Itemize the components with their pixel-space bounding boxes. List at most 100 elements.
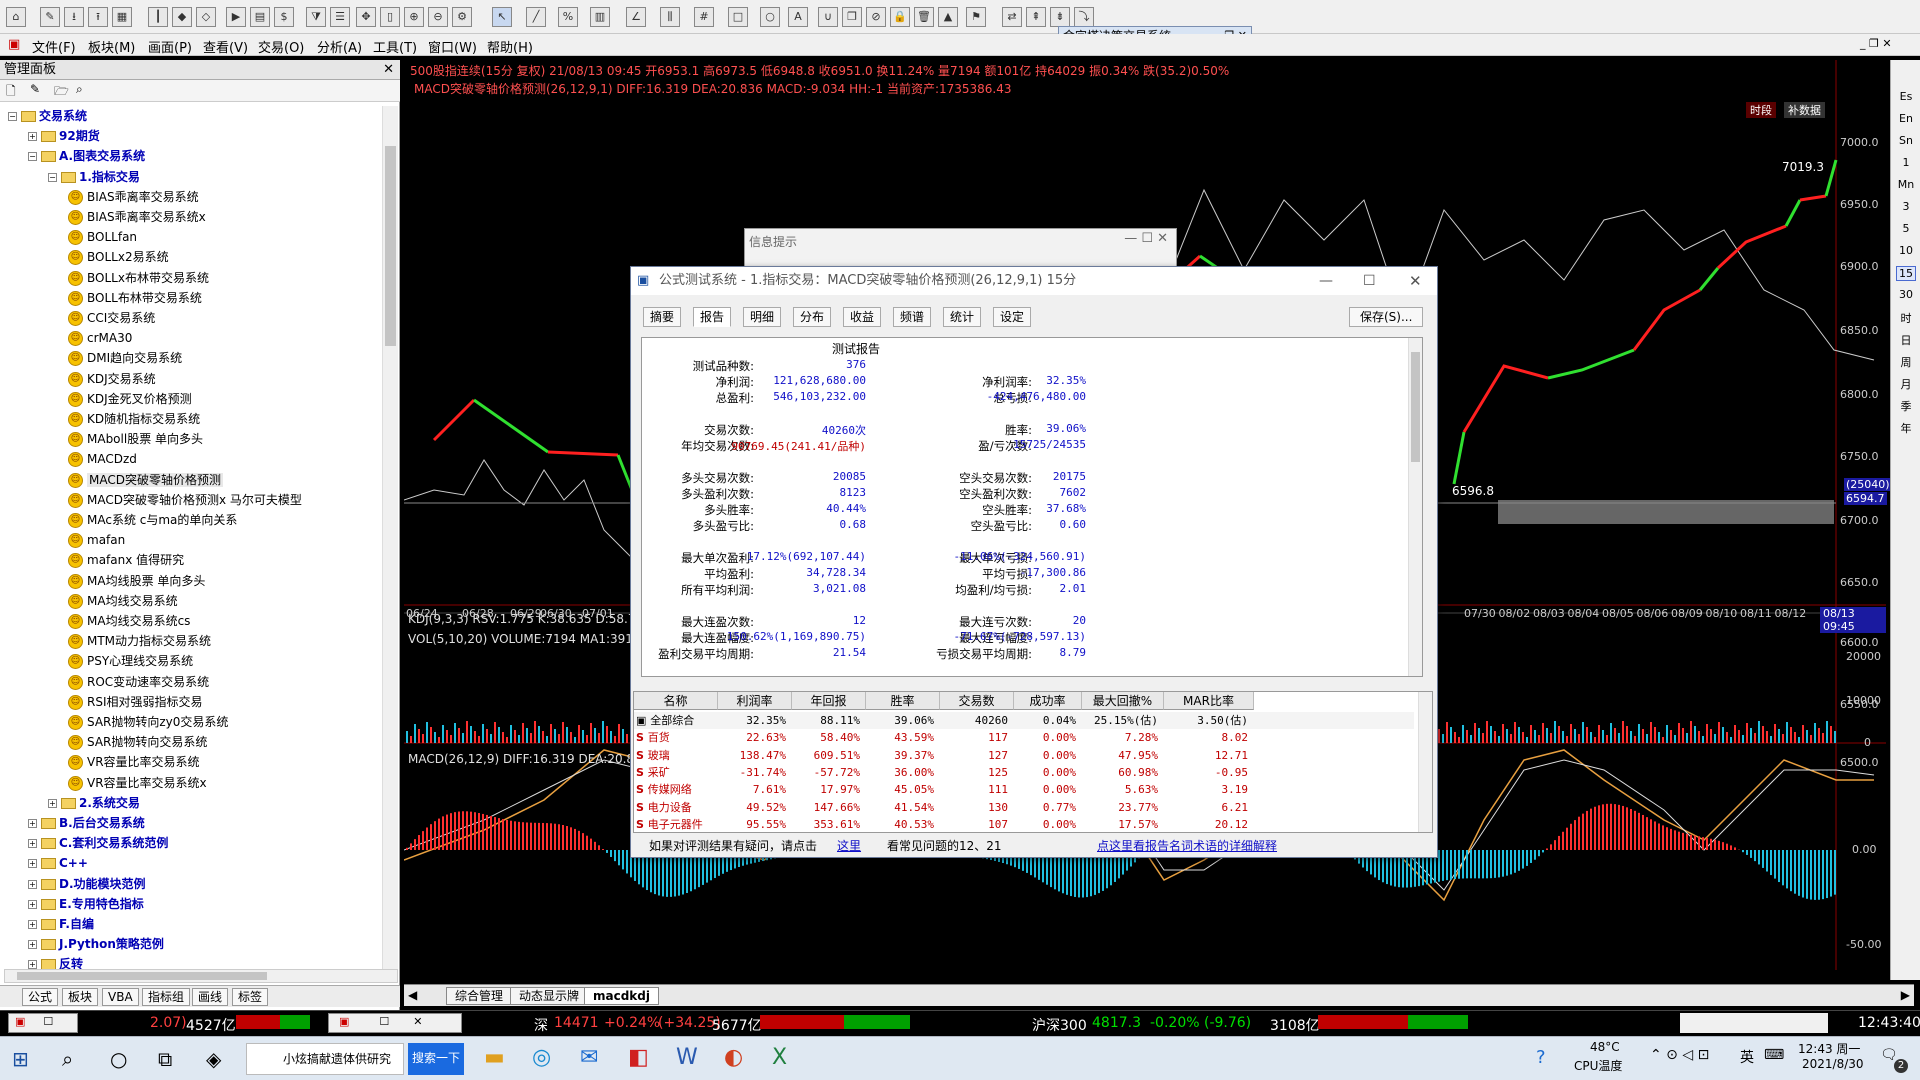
close-position-icon[interactable]: ⇟ [1050, 7, 1070, 27]
expand-icon[interactable]: + [28, 899, 37, 909]
download-icon[interactable]: ⭳ [64, 7, 84, 27]
doc-icon[interactable]: ▤ [250, 7, 270, 27]
app-icon-2[interactable]: ◈ [206, 1047, 221, 1071]
hash-icon[interactable]: # [694, 7, 714, 27]
tree-item[interactable]: ☺ MA均线交易系统 [68, 591, 178, 611]
channel-icon[interactable]: ⫼ [660, 7, 680, 27]
expand-icon[interactable]: + [28, 132, 37, 142]
tree-item[interactable]: ☺ SAR抛物转向zy0交易系统 [68, 712, 228, 732]
period-button[interactable]: 5 [1896, 222, 1916, 235]
trading-app-icon[interactable]: ◧ [628, 1045, 649, 1070]
pen-icon[interactable]: ✎ [40, 7, 60, 27]
search-icon[interactable]: ⌕ [76, 82, 83, 97]
maximize-icon[interactable]: ☐ [1363, 267, 1376, 295]
search-taskbar-icon[interactable]: ⌕ [62, 1047, 73, 1071]
table-row[interactable]: S 传媒网络 7.61% 17.97% 45.05% 111 0.00% 5.63% 3.19 [634, 781, 1414, 798]
word-icon[interactable]: W [676, 1045, 698, 1070]
tree-item[interactable]: ☺ BIAS乖离率交易系统x [68, 207, 206, 227]
tree-item[interactable]: ☺ CCI交易系统 [68, 308, 155, 328]
column-header[interactable]: 利润率 [718, 692, 792, 710]
fill-data-tag[interactable]: 补数据 [1784, 102, 1825, 118]
browser-search-box[interactable]: 小炫搞献遗体供研究 [246, 1043, 404, 1075]
panel-close-icon[interactable]: ✕ [383, 60, 394, 80]
menu-sector[interactable]: 板块(M) [88, 37, 135, 56]
period-button[interactable]: 3 [1896, 200, 1916, 213]
ime-indicator[interactable]: 英 [1740, 1047, 1754, 1067]
mail-icon[interactable]: ✉ [580, 1045, 598, 1070]
tree-folder[interactable]: + C++ [28, 853, 88, 873]
tree-folder[interactable]: + J.Python策略范例 [28, 934, 164, 954]
new-file-icon[interactable]: 🗋 [6, 82, 16, 103]
line-tool-icon[interactable]: ╱ [526, 7, 546, 27]
column-header[interactable]: 最大回撤% [1082, 692, 1164, 710]
table-row[interactable]: S 电力设备 49.52% 147.66% 41.54% 130 0.77% 23.77% 6… [634, 799, 1414, 816]
formula-test-dialog[interactable]: ▣ 公式测试系统 - 1.指标交易：MACD突破零轴价格预测(26,12,9,1… [630, 266, 1438, 858]
period-button[interactable]: 季 [1896, 398, 1916, 414]
play-icon[interactable]: ▶ [226, 7, 246, 27]
lock-icon[interactable]: 🔒 [890, 7, 910, 27]
tab-settings[interactable]: 设定 [993, 307, 1032, 327]
minimize-icon[interactable]: — [1319, 267, 1333, 295]
tree-item[interactable]: ☺ BOLLx2易系统 [68, 247, 169, 267]
tree-folder[interactable]: + F.自编 [28, 914, 94, 934]
table-row[interactable]: S 电子元器件 95.55% 353.61% 40.53% 107 0.00% 17.57%… [634, 816, 1414, 832]
menu-help[interactable]: 帮助(H) [487, 37, 533, 56]
tree-item[interactable]: ☺ KDJ交易系统 [68, 369, 156, 389]
tree-item[interactable]: ☺ MACDzd [68, 449, 137, 469]
tree-hscrollbar[interactable] [4, 969, 398, 983]
tree-folder[interactable]: − 交易系统 [8, 106, 87, 126]
copy-icon[interactable]: ❐ [842, 7, 862, 27]
tree-item[interactable]: ☺ VR容量比率交易系统 [68, 752, 200, 772]
rect-icon[interactable]: □ [728, 7, 748, 27]
tree-item[interactable]: ☺ SAR抛物转向交易系统 [68, 732, 207, 752]
save-button[interactable]: 保存(S)... [1349, 307, 1424, 327]
expand-icon[interactable]: + [48, 798, 57, 808]
tab-statistics[interactable]: 统计 [943, 307, 982, 327]
text-icon[interactable]: A [788, 7, 808, 27]
column-header[interactable]: 交易数 [940, 692, 1014, 710]
expand-icon[interactable]: + [28, 920, 37, 929]
table-scrollbar[interactable] [1418, 692, 1432, 832]
tray-icons[interactable]: ⌃ ⊙ ◁ ⊡ [1650, 1047, 1709, 1063]
task-view-icon[interactable]: ⧉ [158, 1047, 172, 1071]
sheet-tab-dynamic[interactable]: 动态显示牌 [510, 987, 589, 1005]
period-button[interactable]: Mn [1896, 178, 1916, 191]
settings-icon[interactable]: ⚙ [452, 7, 472, 27]
tree-item[interactable]: ☺ BOLLfan [68, 227, 137, 247]
color-icon[interactable]: ▲ [938, 7, 958, 27]
column-header[interactable]: MAR比率 [1164, 692, 1254, 710]
tree-item[interactable]: ☺ BOLL布林带交易系统 [68, 288, 202, 308]
folder-icon[interactable]: ▬ [484, 1045, 505, 1070]
upload-icon[interactable]: ⭱ [88, 7, 108, 27]
tree-item[interactable]: ☺ PSY心理线交易系统 [68, 651, 193, 671]
close-icon[interactable]: ✕ [1409, 267, 1422, 295]
menu-tools[interactable]: 工具(T) [373, 37, 417, 56]
tree-item[interactable]: ☺ ROC变动速率交易系统 [68, 672, 209, 692]
table-row[interactable]: S 采矿 -31.74% -57.72% 36.00% 125 0.00% 60.98% -0… [634, 764, 1414, 781]
magnet-icon[interactable]: ∪ [818, 7, 838, 27]
tab-distribution[interactable]: 分布 [793, 307, 832, 327]
expand-icon[interactable]: + [28, 940, 37, 950]
edge-icon[interactable]: ◎ [532, 1045, 551, 1070]
cursor-icon[interactable]: ↖ [492, 7, 512, 27]
period-button[interactable]: 日 [1896, 332, 1916, 348]
period-button[interactable]: 10 [1896, 244, 1916, 257]
edit-icon[interactable]: ✎ [30, 82, 40, 96]
menu-file[interactable]: 文件(F) [32, 37, 76, 56]
erase-icon[interactable]: ⊘ [866, 7, 886, 27]
excel-icon[interactable]: X [772, 1045, 787, 1070]
ticker-panel-1[interactable]: ▣ ☐ [8, 1013, 78, 1033]
expand-icon[interactable]: − [8, 112, 17, 121]
period-button[interactable]: 1 [1896, 156, 1916, 169]
tree-item[interactable]: ☺ BOLLx布林带交易系统 [68, 268, 209, 288]
tree-folder[interactable]: + E.专用特色指标 [28, 894, 144, 914]
footer-glossary-link[interactable]: 点这里看报告名词术语的详细解释 [1097, 837, 1277, 854]
dollar-icon[interactable]: $ [274, 7, 294, 27]
flag-icon[interactable]: ⚑ [966, 7, 986, 27]
move-icon[interactable]: ✥ [356, 7, 376, 27]
trash-icon[interactable]: 🗑 [914, 7, 934, 27]
keyboard-icon[interactable]: ⌨ [1764, 1047, 1784, 1063]
tab-vba[interactable]: VBA [102, 988, 139, 1006]
home-icon[interactable]: ⌂ [6, 7, 26, 27]
tab-sector[interactable]: 板块 [62, 988, 99, 1006]
